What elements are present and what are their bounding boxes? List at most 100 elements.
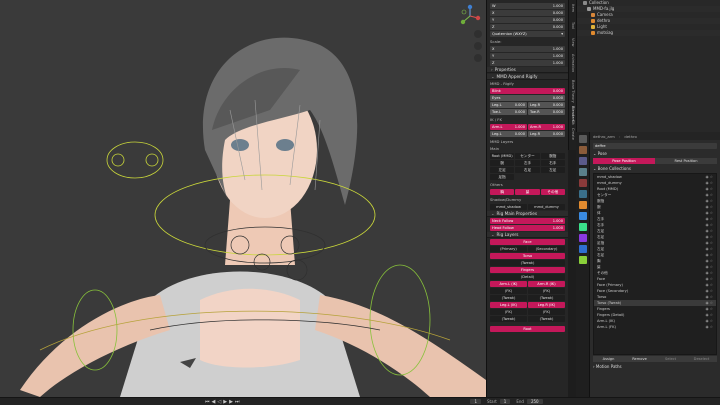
leg-l-slider[interactable]: Leg.L 0.000 bbox=[490, 102, 527, 108]
deselect-button[interactable]: Deselect bbox=[686, 356, 717, 362]
layer-button[interactable]: センター bbox=[515, 153, 540, 159]
arm-r-ik-button[interactable]: Arm.R (IK) bbox=[528, 281, 565, 287]
armature-search-field[interactable]: deffre bbox=[593, 143, 717, 149]
start-frame-field[interactable]: 1 bbox=[499, 399, 511, 404]
scale-z-field[interactable]: Z 1.000 bbox=[490, 60, 565, 66]
rig-main-properties-header[interactable]: ⌄ Rig Main Properties bbox=[487, 211, 568, 217]
layer-button[interactable]: 胸 bbox=[490, 189, 515, 195]
camera-view-icon[interactable] bbox=[474, 54, 482, 62]
layer-button[interactable]: その他 bbox=[540, 189, 565, 195]
rotation-w-field[interactable]: W 1.000 bbox=[490, 3, 565, 9]
rotation-y-field[interactable]: Y 0.000 bbox=[490, 17, 565, 23]
3d-viewport[interactable] bbox=[0, 0, 486, 397]
jump-start-icon[interactable]: ⏮ bbox=[205, 399, 210, 405]
jump-end-icon[interactable]: ⏭ bbox=[235, 399, 240, 405]
mmd-shadow-button[interactable]: mmd_shadow bbox=[490, 204, 527, 210]
arm-r-fk-button[interactable]: (FK) bbox=[528, 288, 565, 294]
face-secondary-button[interactable]: (Secondary) bbox=[528, 246, 565, 252]
leg-r-fk-button[interactable]: (FK) bbox=[528, 309, 565, 315]
leg-l-ik-button[interactable]: Leg.L (IK) bbox=[490, 302, 527, 308]
rotation-x-field[interactable]: X 0.000 bbox=[490, 10, 565, 16]
arm-l-ikfk-slider[interactable]: Arm.L 1.000 bbox=[490, 124, 527, 130]
select-button[interactable]: Select bbox=[655, 356, 686, 362]
bone-collection-item[interactable]: Arm.L (FK) ◉ ☆ bbox=[594, 324, 716, 330]
arm-l-fk-button[interactable]: (FK) bbox=[490, 288, 527, 294]
current-frame-field[interactable]: 1 bbox=[470, 399, 482, 404]
leg-l-tweak-button[interactable]: (Tweak) bbox=[490, 316, 527, 322]
play-icon[interactable]: ▶ bbox=[223, 399, 227, 405]
mmd-dummy-button[interactable]: mmd_dummy bbox=[528, 204, 565, 210]
torso-layer-button[interactable]: Torso bbox=[490, 253, 565, 259]
layer-button[interactable]: 腕指 bbox=[540, 153, 565, 159]
toe-l-slider[interactable]: Toe.L 0.000 bbox=[490, 109, 527, 115]
armature-name-label[interactable]: dethro bbox=[624, 134, 636, 139]
fingers-layer-button[interactable]: Fingers bbox=[490, 267, 565, 273]
layer-button[interactable]: 左足 bbox=[490, 167, 515, 173]
object-icon[interactable] bbox=[578, 201, 587, 209]
layer-button[interactable]: 腕 bbox=[490, 160, 515, 166]
layer-button[interactable]: 足指 bbox=[490, 174, 514, 180]
leg-r-tweak-button[interactable]: (Tweak) bbox=[528, 316, 565, 322]
pose-position-button[interactable]: Pose Position bbox=[593, 158, 655, 164]
layer-button[interactable]: 髪 bbox=[515, 189, 540, 195]
outliner-item[interactable]: motsiag bbox=[577, 30, 720, 36]
pose-header[interactable]: ⌄ Pose bbox=[590, 151, 720, 157]
layer-button[interactable]: 左手 bbox=[515, 160, 540, 166]
bone-collections-list[interactable]: mmd_shadow ◉ ☆ mmd_dummy ◉ ☆ Root (MMD) ◉ ☆ セン… bbox=[593, 173, 717, 355]
rest-position-button[interactable]: Rest Position bbox=[655, 158, 717, 164]
torso-tweak-button[interactable]: (Tweak) bbox=[490, 260, 565, 266]
assign-button[interactable]: Assign bbox=[593, 356, 624, 362]
arm-r-tweak-button[interactable]: (Tweak) bbox=[528, 295, 565, 301]
motion-paths-header[interactable]: › Motion Paths bbox=[590, 364, 720, 370]
eyes-slider[interactable]: Eyes 0.000 bbox=[490, 95, 565, 101]
leg-r-slider[interactable]: Leg.R 0.000 bbox=[528, 102, 565, 108]
object-name-label[interactable]: dethro_arm bbox=[593, 134, 615, 139]
layer-button[interactable]: 右足 bbox=[515, 167, 540, 173]
leg-r-ikfk-slider[interactable]: Leg.R 0.000 bbox=[528, 131, 565, 137]
face-layer-button[interactable]: Face bbox=[490, 239, 565, 245]
layer-button[interactable]: 左足 bbox=[540, 167, 565, 173]
physics-icon[interactable] bbox=[578, 223, 587, 231]
next-keyframe-icon[interactable]: ▶ bbox=[229, 399, 233, 405]
constraint-icon[interactable] bbox=[578, 234, 587, 242]
arm-l-tweak-button[interactable]: (Tweak) bbox=[490, 295, 527, 301]
tool-icon[interactable] bbox=[578, 135, 587, 143]
toe-r-slider[interactable]: Toe.R 0.000 bbox=[528, 109, 565, 115]
zoom-view-icon[interactable] bbox=[474, 30, 482, 38]
rotation-mode-select[interactable]: Quaternion (WXYZ) ▾ bbox=[490, 31, 565, 37]
leg-r-ik-button[interactable]: Leg.R (IK) bbox=[528, 302, 565, 308]
bone-collections-header[interactable]: ⌄ Bone Collections bbox=[590, 166, 720, 172]
visibility-eye-icon[interactable]: ◉ ☆ bbox=[706, 324, 714, 330]
scene-icon[interactable] bbox=[578, 179, 587, 187]
pan-view-icon[interactable] bbox=[474, 42, 482, 50]
layer-button[interactable]: 右手 bbox=[540, 160, 565, 166]
bone-icon[interactable] bbox=[578, 256, 587, 264]
scale-y-field[interactable]: Y 1.000 bbox=[490, 53, 565, 59]
leg-l-fk-button[interactable]: (FK) bbox=[490, 309, 527, 315]
layer-button[interactable]: Root (MMD) bbox=[490, 153, 515, 159]
blink-slider[interactable]: Blink 0.000 bbox=[490, 88, 565, 94]
head-follow-slider[interactable]: Head Follow 1.000 bbox=[490, 225, 565, 231]
armature-data-icon[interactable] bbox=[578, 245, 587, 253]
prev-keyframe-icon[interactable]: ◀ bbox=[212, 399, 216, 405]
rotation-z-field[interactable]: Z 0.000 bbox=[490, 24, 565, 30]
leg-l-ikfk-slider[interactable]: Leg.L 0.000 bbox=[490, 131, 527, 137]
view-layer-icon[interactable] bbox=[578, 168, 587, 176]
render-icon[interactable] bbox=[578, 146, 587, 154]
arm-l-ik-button[interactable]: Arm.L (IK) bbox=[490, 281, 527, 287]
arm-r-ikfk-slider[interactable]: Arm.R 1.000 bbox=[528, 124, 565, 130]
scale-x-field[interactable]: X 1.000 bbox=[490, 46, 565, 52]
face-primary-button[interactable]: (Primary) bbox=[490, 246, 527, 252]
navigation-gizmo-icon[interactable] bbox=[458, 4, 482, 28]
end-frame-field[interactable]: 250 bbox=[526, 399, 543, 404]
properties-header[interactable]: › Properties bbox=[487, 67, 568, 73]
fingers-detail-button[interactable]: (Detail) bbox=[490, 274, 565, 280]
neck-follow-slider[interactable]: Neck Follow 1.000 bbox=[490, 218, 565, 224]
remove-button[interactable]: Remove bbox=[624, 356, 655, 362]
rig-layers-header[interactable]: ⌄ Rig Layers bbox=[487, 232, 568, 238]
root-layer-button[interactable]: Root bbox=[490, 326, 565, 332]
play-reverse-icon[interactable]: ◁ bbox=[217, 399, 221, 405]
modifier-icon[interactable] bbox=[578, 212, 587, 220]
world-icon[interactable] bbox=[578, 190, 587, 198]
output-icon[interactable] bbox=[578, 157, 587, 165]
